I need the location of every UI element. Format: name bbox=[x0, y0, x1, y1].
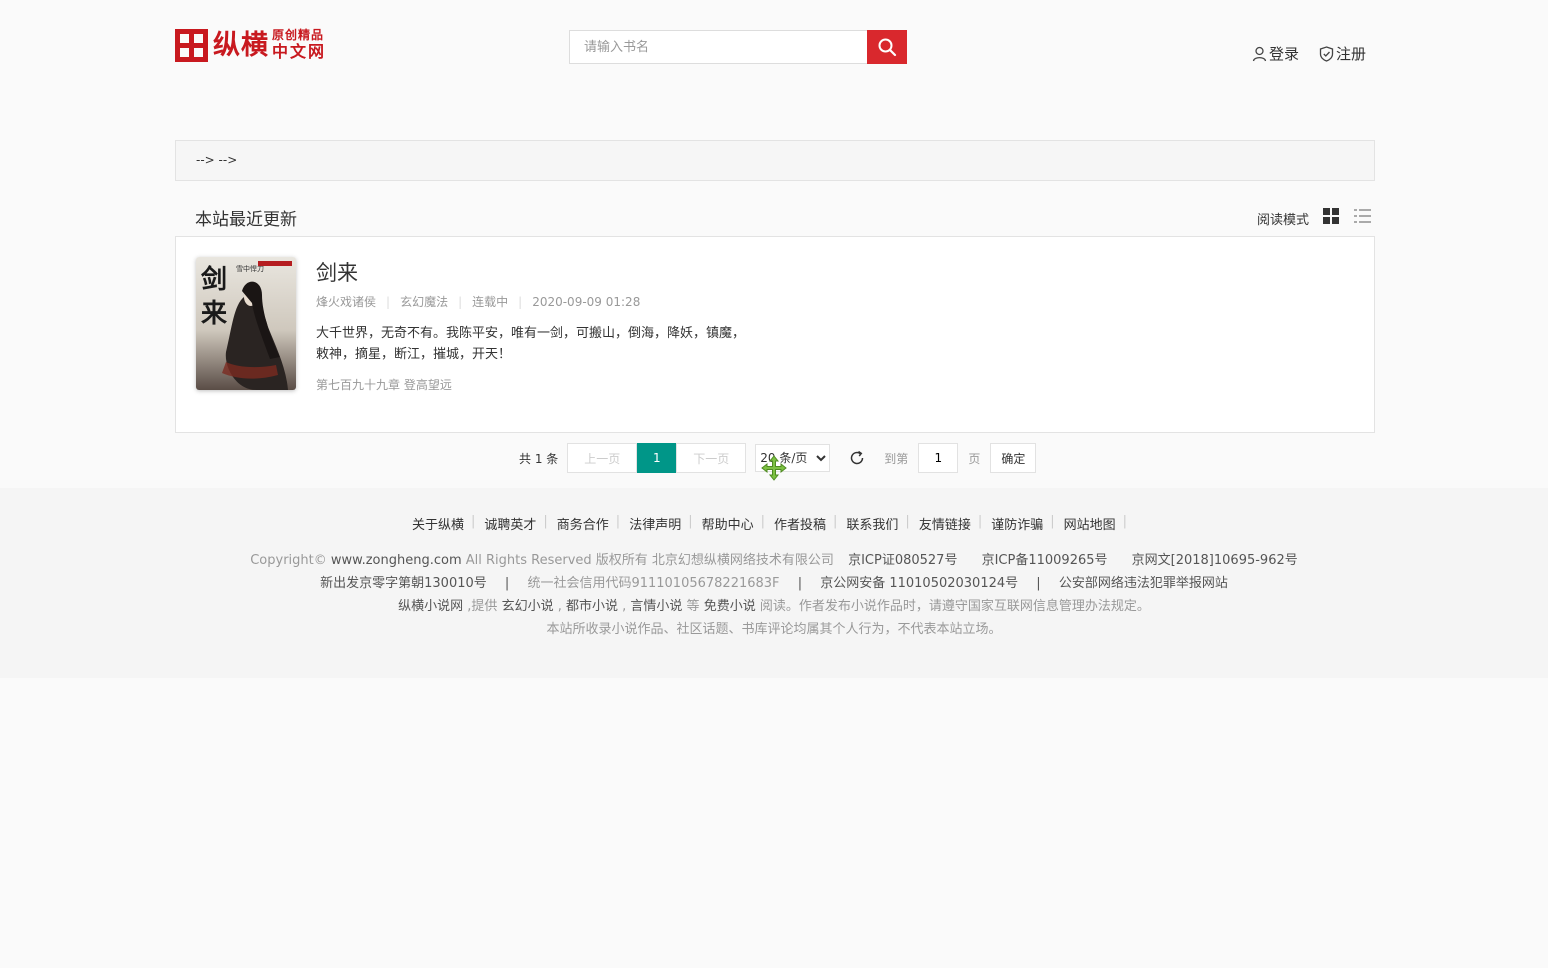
grid-view-icon[interactable] bbox=[1323, 208, 1340, 228]
register-link[interactable]: 注册 bbox=[1319, 43, 1366, 64]
credit-code: 统一社会信用代码91110105678221683F bbox=[527, 576, 780, 591]
latest-chapter[interactable]: 第七百九十九章 登高望远 bbox=[316, 376, 452, 393]
search-button[interactable] bbox=[867, 30, 907, 64]
site-name-link[interactable]: 纵横小说网 bbox=[398, 599, 463, 614]
footer-nav-link[interactable]: 商务合作 bbox=[557, 514, 609, 533]
book-author[interactable]: 烽火戏诸侯 bbox=[316, 293, 376, 310]
user-icon bbox=[1252, 46, 1267, 61]
footer: 关于纵横 | 诚聘英才 | 商务合作 | 法律声明 | 帮助中心 | 作者投稿 | 联系我们 | 友情链接 |… bbox=[0, 488, 1548, 678]
footer-nav-link[interactable]: 关于纵横 bbox=[412, 514, 464, 533]
footer-intro: 纵横小说网 ,提供 玄幻小说 , 都市小说 , 言情小说 等 免费小说 阅读。作… bbox=[398, 599, 1150, 614]
book-list: 雪中悍刀 剑来 剑来 烽火戏诸侯 | 玄幻魔法 | 连载中 | 2020-09-… bbox=[175, 236, 1375, 433]
site-logo[interactable]: 纵横 原创精品 中文网 bbox=[175, 26, 345, 64]
book-cover[interactable]: 雪中悍刀 剑来 bbox=[196, 257, 296, 390]
footer-nav-separator: | bbox=[615, 514, 621, 529]
footer-nav-separator: | bbox=[1050, 514, 1055, 529]
urban-link[interactable]: 都市小说 bbox=[566, 599, 618, 614]
logo-subtext-top: 原创精品 bbox=[272, 28, 325, 42]
logo-text: 纵横 bbox=[213, 29, 269, 61]
footer-nav-link[interactable]: 联系我们 bbox=[846, 514, 898, 533]
svg-text:雪中悍刀: 雪中悍刀 bbox=[236, 264, 264, 273]
prev-page-button[interactable]: 上一页 bbox=[567, 443, 638, 473]
logo-subtext: 原创精品 中文网 bbox=[272, 28, 326, 62]
footer-disclaimer: 本站所收录小说作品、社区话题、书库评论均属其个人行为，不代表本站立场。 bbox=[546, 622, 1002, 637]
logo-subtext-bottom: 中文网 bbox=[272, 42, 327, 61]
page-unit: 页 bbox=[968, 451, 981, 466]
login-link[interactable]: 登录 bbox=[1252, 43, 1299, 64]
register-label: 注册 bbox=[1336, 45, 1367, 63]
book-meta: 烽火戏诸侯 | 玄幻魔法 | 连载中 | 2020-09-09 01:28 bbox=[316, 293, 641, 310]
user-links: 登录 注册 bbox=[1252, 43, 1366, 64]
footer-nav-separator: | bbox=[977, 514, 983, 529]
romance-link[interactable]: 言情小说 bbox=[630, 599, 682, 614]
intro-text-2: 等 bbox=[682, 599, 704, 614]
icp-license[interactable]: 京ICP证080527号 bbox=[848, 553, 957, 568]
total-count: 共 1 条 bbox=[519, 451, 559, 466]
footer-nav-link[interactable]: 诚聘英才 bbox=[484, 514, 536, 533]
reading-mode-label: 阅读模式 bbox=[1257, 212, 1310, 228]
search-icon bbox=[878, 38, 897, 57]
goto-label: 到第 bbox=[884, 451, 909, 466]
book-status: 连载中 bbox=[472, 295, 509, 309]
login-label: 登录 bbox=[1269, 45, 1300, 63]
culture-license[interactable]: 京网文[2018]10695-962号 bbox=[1132, 553, 1298, 568]
footer-licenses: 新出发京零字第朝130010号 | 统一社会信用代码91110105678221… bbox=[320, 576, 1228, 591]
footer-nav-separator: | bbox=[470, 514, 476, 529]
next-page-button[interactable]: 下一页 bbox=[676, 443, 747, 473]
current-page[interactable]: 1 bbox=[637, 443, 677, 473]
goto-confirm-button[interactable]: 确定 bbox=[990, 443, 1037, 473]
footer-nav-separator: | bbox=[688, 514, 693, 529]
cover-title: 剑来 bbox=[200, 265, 227, 329]
footer-nav-separator: | bbox=[1122, 514, 1128, 529]
shield-check-icon bbox=[1319, 45, 1334, 62]
icp-record[interactable]: 京ICP备11009265号 bbox=[982, 553, 1108, 568]
footer-nav-separator: | bbox=[543, 514, 548, 529]
book-title[interactable]: 剑来 bbox=[316, 257, 358, 287]
footer-nav-link[interactable]: 帮助中心 bbox=[702, 514, 754, 533]
intro-text-3: 阅读。作者发布小说作品时，请遵守国家互联网信息管理办法规定。 bbox=[755, 599, 1150, 614]
fantasy-link[interactable]: 玄幻小说 bbox=[502, 599, 554, 614]
police-record[interactable]: 京公网安备 11010502030124号 bbox=[820, 576, 1018, 591]
intro-text-1: ,提供 bbox=[463, 599, 502, 614]
refresh-icon[interactable] bbox=[849, 450, 865, 466]
footer-nav-link[interactable]: 友情链接 bbox=[919, 514, 971, 533]
footer-nav-link[interactable]: 作者投稿 bbox=[774, 514, 826, 533]
footer-nav-separator: | bbox=[905, 514, 910, 529]
section-title: 本站最近更新 bbox=[195, 210, 297, 230]
copyright-prefix: Copyright© bbox=[250, 553, 331, 568]
footer-nav-separator: | bbox=[833, 514, 838, 529]
footer-nav: 关于纵横 | 诚聘英才 | 商务合作 | 法律声明 | 帮助中心 | 作者投稿 | 联系我们 | 友情链接 |… bbox=[0, 514, 1548, 533]
footer-nav-link[interactable]: 法律声明 bbox=[629, 514, 681, 533]
footer-nav-separator: | bbox=[760, 514, 765, 529]
logo-mark-icon bbox=[175, 28, 208, 62]
publish-license[interactable]: 新出发京零字第朝130010号 bbox=[320, 576, 487, 591]
rights-text: All Rights Reserved 版权所有 北京幻想纵横网络技术有限公司 bbox=[461, 553, 834, 568]
book-updated: 2020-09-09 01:28 bbox=[532, 294, 641, 309]
reading-mode: 阅读模式 bbox=[1257, 208, 1372, 228]
breadcrumb: --> --> bbox=[175, 140, 1375, 181]
footer-nav-link[interactable]: 网站地图 bbox=[1064, 514, 1116, 533]
search-bar bbox=[569, 30, 907, 64]
book-category[interactable]: 玄幻魔法 bbox=[400, 293, 448, 310]
footer-nav-link[interactable]: 谨防诈骗 bbox=[991, 514, 1043, 533]
move-cursor-icon bbox=[761, 455, 787, 485]
free-novel-link[interactable]: 免费小说 bbox=[704, 599, 756, 614]
search-input[interactable] bbox=[569, 30, 867, 64]
goto-page-input[interactable] bbox=[918, 443, 959, 473]
book-description: 大千世界，无奇不有。我陈平安，唯有一剑，可搬山，倒海，降妖，镇魔，敕神，摘星，断… bbox=[316, 326, 746, 362]
list-view-icon[interactable] bbox=[1354, 208, 1372, 228]
report-site[interactable]: 公安部网络违法犯罪举报网站 bbox=[1059, 576, 1228, 591]
site-domain: www.zongheng.com bbox=[330, 553, 462, 568]
footer-copyright: Copyright© www.zongheng.com All Rights R… bbox=[0, 549, 1548, 568]
